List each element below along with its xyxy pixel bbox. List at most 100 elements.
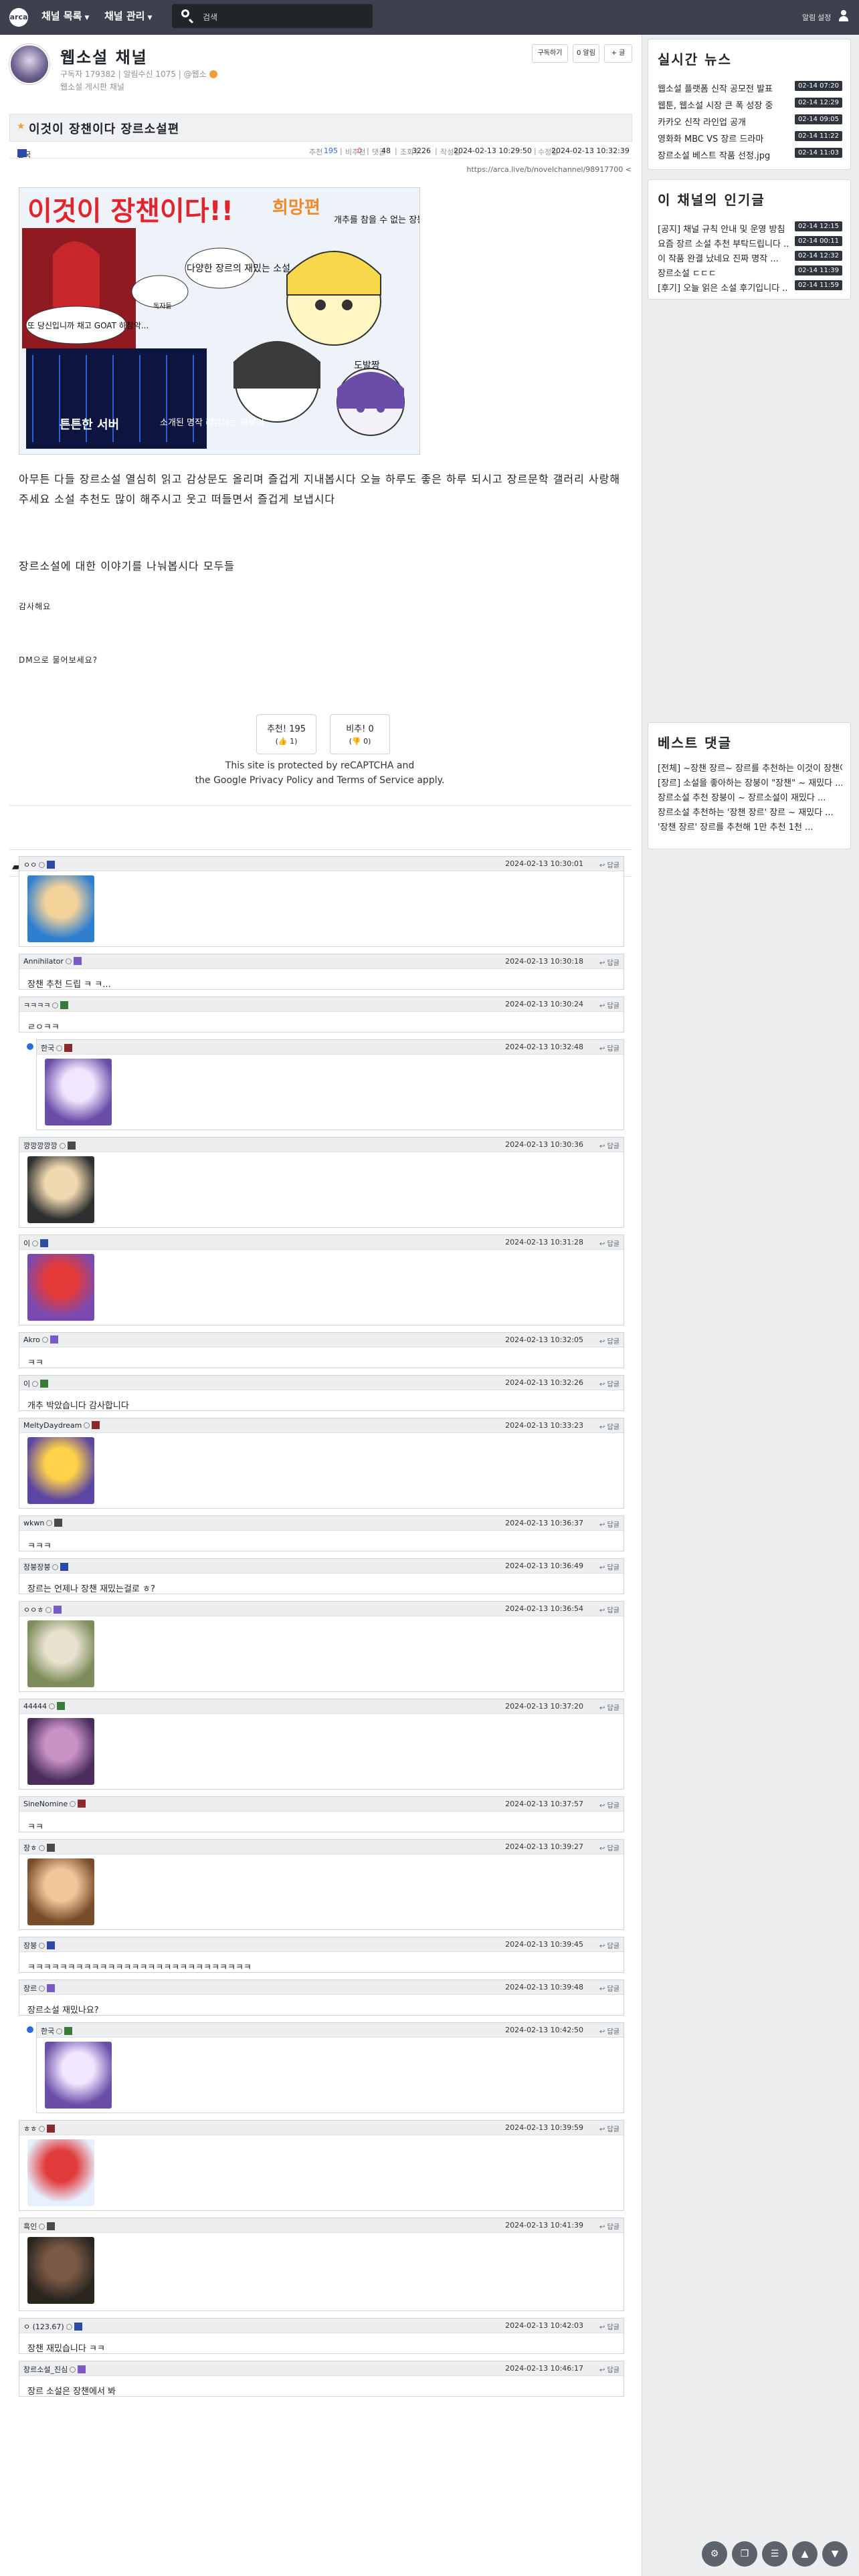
reply-button[interactable]: ↩ 답글: [599, 1604, 619, 1614]
comment-emoticon[interactable]: [27, 1437, 94, 1504]
channel-list-menu[interactable]: 채널 목록 ▼: [41, 9, 89, 23]
reply-button[interactable]: ↩ 답글: [599, 1140, 619, 1150]
side-news-item[interactable]: [공지] 채널 규칙 안내 및 운영 방침 ... 02-14 12:15: [658, 221, 842, 235]
comment-author[interactable]: 한국: [41, 2026, 73, 2036]
user-badge-icon: [32, 1381, 39, 1387]
comment-author[interactable]: 깡깡깡깡깡: [23, 1140, 76, 1151]
comment-author[interactable]: wkwn: [23, 1519, 63, 1527]
subscribe-button[interactable]: 구독하기: [532, 44, 568, 63]
reply-button[interactable]: ↩ 답글: [599, 1800, 619, 1810]
reply-button[interactable]: ↩ 답글: [599, 1519, 619, 1529]
chevron-down-icon: ▼: [84, 15, 90, 21]
settings-link[interactable]: 설정: [818, 12, 831, 23]
reply-button[interactable]: ↩ 답글: [599, 1940, 619, 1950]
reply-button[interactable]: ↩ 답글: [599, 1702, 619, 1712]
comment-author[interactable]: 장붕장붕: [23, 1562, 69, 1572]
comment-author[interactable]: ㅎㅎ: [23, 2123, 56, 2134]
settings-fab[interactable]: ⚙: [702, 2541, 727, 2567]
side-news-item[interactable]: 카카오 신작 라인업 공개 02-14 09:05: [658, 114, 842, 128]
notify-button[interactable]: 0 알림: [573, 44, 599, 63]
reply-button[interactable]: ↩ 답글: [599, 859, 619, 869]
reply-button[interactable]: ↩ 답글: [599, 2221, 619, 2231]
side-news-item[interactable]: 웹툰, 웹소설 시장 큰 폭 성장 중 02-14 12:29: [658, 98, 842, 111]
comment-emoticon[interactable]: [27, 1254, 94, 1321]
scroll-down-fab[interactable]: ▼: [822, 2541, 848, 2567]
side-news-item[interactable]: 영화화 MBC VS 장르 드라마 02-14 11:22: [658, 131, 842, 144]
side-news-item[interactable]: 이 작품 완결 났네요 진짜 명작 ... 02-14 12:32: [658, 251, 842, 264]
comment-emoticon[interactable]: [27, 1620, 94, 1687]
comment-emoticon[interactable]: [27, 1156, 94, 1223]
downvote-button[interactable]: 비추! 0 (👎 0): [330, 714, 390, 754]
copy-fab[interactable]: ❐: [732, 2541, 757, 2567]
reply-button[interactable]: ↩ 답글: [599, 1043, 619, 1053]
best-comment-item[interactable]: [전체] ~장챈 장르~ 장르를 추천하는 이것이 장챈이다 ...: [658, 760, 842, 774]
post-url[interactable]: https://arca.live/b/novelchannel/9891770…: [467, 165, 632, 174]
comment-author[interactable]: 한국: [41, 1043, 73, 1053]
comment-emoticon[interactable]: [45, 1059, 112, 1125]
comment-author[interactable]: 흑인: [23, 2221, 56, 2232]
channel-title[interactable]: 웹소설 채널: [60, 44, 148, 68]
reply-button[interactable]: ↩ 답글: [599, 1842, 619, 1852]
comment-author[interactable]: ㅇㅇ: [23, 859, 56, 870]
comment-author[interactable]: Annihilator: [23, 957, 82, 966]
comment-emoticon[interactable]: [27, 2139, 94, 2206]
side-news-item[interactable]: 요즘 장르 소설 추천 부탁드립니다 ... 02-14 00:11: [658, 236, 842, 249]
notifications-link[interactable]: 알림: [802, 12, 816, 23]
reply-button[interactable]: ↩ 답글: [599, 2364, 619, 2374]
comment-emoticon[interactable]: [45, 2042, 112, 2109]
comment-author[interactable]: Akro: [23, 1335, 58, 1344]
side-news-item[interactable]: 웹소설 플랫폼 신작 공모전 발표 02-14 07:20: [658, 81, 842, 94]
comment-time: 2024-02-13 10:39:48: [505, 1983, 583, 1992]
side-news-item[interactable]: [후기] 오늘 읽은 소설 후기입니다 ... 02-14 11:59: [658, 280, 842, 294]
write-button[interactable]: + 글: [604, 44, 632, 63]
search-input[interactable]: 검색: [203, 11, 217, 23]
comment-emoticon[interactable]: [27, 1718, 94, 1785]
side-item-title: 영화화 MBC VS 장르 드라마: [658, 134, 764, 144]
reply-button[interactable]: ↩ 답글: [599, 1335, 619, 1346]
comment-author[interactable]: 장르: [23, 1983, 56, 1994]
best-comment-item[interactable]: 장르소설 추천 장붕이 ~ 장르소설이 재밌다 ...: [658, 790, 842, 803]
reply-button[interactable]: ↩ 답글: [599, 1000, 619, 1010]
reply-button[interactable]: ↩ 답글: [599, 2321, 619, 2331]
comment-author[interactable]: 장붕: [23, 1940, 56, 1951]
reply-button[interactable]: ↩ 답글: [599, 2026, 619, 2036]
upvote-button[interactable]: 추천! 195 (👍 1): [256, 714, 316, 754]
comment-emoticon[interactable]: [27, 1858, 94, 1925]
comment-author[interactable]: 이: [23, 1378, 49, 1389]
comment-author[interactable]: ㅇ (123.67): [23, 2321, 82, 2332]
comment-author[interactable]: 장르소설_진심: [23, 2364, 86, 2375]
comment-author[interactable]: 장ㅎ: [23, 1842, 56, 1853]
reply-button[interactable]: ↩ 답글: [599, 1421, 619, 1431]
best-comment-item[interactable]: 장르소설 추천하는 '장챈 장르' 장르 ~ 재밌다 ...: [658, 804, 842, 818]
best-comment-item[interactable]: [장르] 소설을 좋아하는 장붕이 "장챈" ~ 재밌다 ...: [658, 775, 842, 788]
site-logo[interactable]: arca: [9, 8, 28, 27]
post-info-row: 한국 추천 195 | 비추천 0 | 댓글 48 | 조회수 3226 | 작…: [9, 144, 632, 159]
channel-manage-menu[interactable]: 채널 관리 ▼: [104, 9, 152, 23]
reply-button[interactable]: ↩ 답글: [599, 1378, 619, 1388]
comment-time: 2024-02-13 10:30:24: [505, 1000, 583, 1008]
comment-author[interactable]: 이: [23, 1238, 49, 1249]
side-news-item[interactable]: 장르소설 베스트 작품 선정.jpg 02-14 11:03: [658, 148, 842, 161]
comment-author[interactable]: 44444: [23, 1702, 65, 1711]
reply-button[interactable]: ↩ 답글: [599, 1238, 619, 1248]
comment-author[interactable]: ㅇㅇㅎ: [23, 1604, 62, 1615]
comment-emoticon[interactable]: [27, 875, 94, 942]
reply-button[interactable]: ↩ 답글: [599, 1983, 619, 1993]
search-box[interactable]: 검색: [172, 4, 373, 28]
comment-author[interactable]: SineNomine: [23, 1800, 86, 1808]
comment-author[interactable]: MeltyDaydream: [23, 1421, 100, 1430]
comment-emoticon[interactable]: [27, 2237, 94, 2304]
side-news-item[interactable]: 장르소설 ㄷㄷㄷ 02-14 11:39: [658, 265, 842, 279]
share-icon[interactable]: <: [626, 165, 632, 174]
side-item-date: 02-14 11:39: [794, 265, 842, 276]
scroll-up-fab[interactable]: ▲: [792, 2541, 818, 2567]
reply-button[interactable]: ↩ 답글: [599, 2123, 619, 2133]
reply-button[interactable]: ↩ 답글: [599, 957, 619, 967]
best-comment-item[interactable]: '장챈 장르' 장르를 추천해 1만 추천 1천 ...: [658, 819, 842, 833]
channel-avatar[interactable]: [9, 44, 50, 84]
comment-author[interactable]: ㅋㅋㅋㅋ: [23, 1000, 69, 1010]
reply-button[interactable]: ↩ 답글: [599, 1562, 619, 1572]
comment-time: 2024-02-13 10:33:23: [505, 1421, 583, 1430]
list-fab[interactable]: ☰: [762, 2541, 787, 2567]
user-icon[interactable]: [838, 10, 849, 22]
